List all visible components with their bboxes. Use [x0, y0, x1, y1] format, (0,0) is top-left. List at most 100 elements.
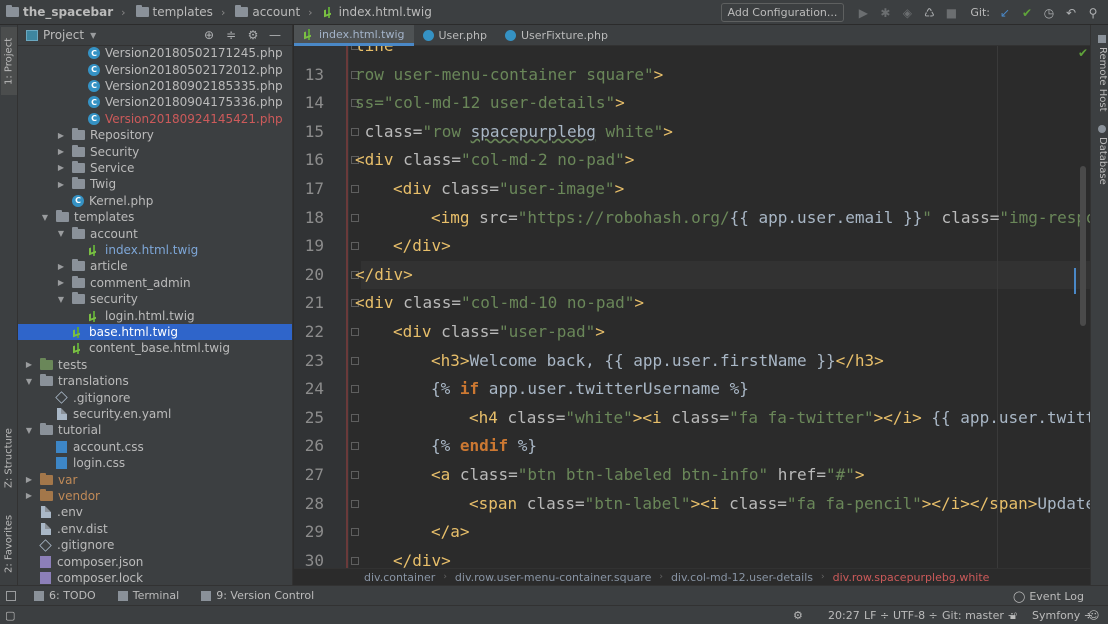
- expand-arrow-icon[interactable]: ▶: [56, 147, 66, 156]
- git-history-icon[interactable]: ◷: [1038, 0, 1060, 25]
- lock-icon[interactable]: 🔓︎: [1010, 609, 1017, 623]
- tree-item[interactable]: composer.lock: [18, 570, 292, 585]
- fold-marker-icon[interactable]: [351, 499, 359, 508]
- panel-toggle-icon[interactable]: ▢: [5, 609, 15, 622]
- breadcrumb-item[interactable]: div.row.user-menu-container.square: [455, 571, 651, 584]
- tree-item[interactable]: ▶ article: [18, 258, 292, 274]
- project-view-selector[interactable]: Project ▼: [18, 28, 198, 42]
- editor-scrollbar[interactable]: [1080, 166, 1086, 326]
- collapse-all-icon[interactable]: ≑: [220, 25, 242, 46]
- expand-arrow-icon[interactable]: ▶: [56, 180, 66, 189]
- nav-project[interactable]: the_spacebar: [0, 0, 115, 25]
- breadcrumb-item[interactable]: div.col-md-12.user-details: [671, 571, 813, 584]
- expand-arrow-icon[interactable]: ▶: [56, 278, 66, 287]
- tree-item[interactable]: base.html.twig: [18, 323, 292, 341]
- tree-item[interactable]: index.html.twig: [18, 242, 292, 258]
- add-configuration-button[interactable]: Add Configuration...: [720, 3, 845, 22]
- tree-item[interactable]: login.css: [18, 455, 292, 471]
- collapse-arrow-icon[interactable]: ▼: [56, 229, 66, 238]
- nav-crumb-templates[interactable]: templates: [130, 0, 215, 25]
- tree-item[interactable]: login.html.twig: [18, 307, 292, 323]
- tree-item[interactable]: ▼ translations: [18, 373, 292, 389]
- tree-item[interactable]: ▶ Twig: [18, 176, 292, 192]
- tree-item[interactable]: C Version20180502171245.php: [18, 45, 292, 61]
- fold-marker-icon[interactable]: [351, 556, 359, 565]
- coverage-icon[interactable]: ◈: [896, 0, 918, 25]
- tree-item[interactable]: C Version20180924145421.php: [18, 111, 292, 127]
- tree-item[interactable]: .gitignore: [18, 389, 292, 405]
- git-branch-selector[interactable]: Git: master ÷: [942, 609, 1017, 622]
- expand-arrow-icon[interactable]: ▶: [56, 131, 66, 140]
- git-commit-icon[interactable]: ✔: [1016, 0, 1038, 25]
- locate-icon[interactable]: ⊕: [198, 25, 220, 46]
- fold-marker-icon[interactable]: [351, 356, 359, 365]
- fold-marker-icon[interactable]: [351, 442, 359, 451]
- fold-marker-icon[interactable]: [351, 528, 359, 537]
- line-number-gutter[interactable]: 13 14 15 16 17 18 19 20 21 22 23 24 25 26 27 28 29 30: [294, 46, 349, 568]
- tree-item[interactable]: ▶ vendor: [18, 488, 292, 504]
- line-separator-selector[interactable]: LF ÷: [864, 609, 889, 622]
- tree-item[interactable]: C Kernel.php: [18, 193, 292, 209]
- nav-file[interactable]: index.html.twig: [317, 0, 434, 25]
- tab-structure-tool[interactable]: Z: Structure: [1, 423, 17, 493]
- tree-item[interactable]: security.en.yaml: [18, 406, 292, 422]
- lightbulb-icon[interactable]: ⚙: [793, 609, 803, 622]
- tree-item[interactable]: ▶ Security: [18, 143, 292, 159]
- toggle-tool-windows-icon[interactable]: [6, 590, 16, 601]
- fold-marker-icon[interactable]: [351, 413, 359, 422]
- search-icon[interactable]: ⚲: [1082, 0, 1104, 25]
- hide-panel-icon[interactable]: —: [264, 25, 286, 46]
- fold-marker-icon[interactable]: [351, 385, 359, 394]
- inspection-ok-icon[interactable]: ✔: [1078, 46, 1088, 60]
- collapse-arrow-icon[interactable]: ▼: [24, 426, 34, 435]
- gear-icon[interactable]: ⚙: [242, 25, 264, 46]
- tree-item[interactable]: ▶ comment_admin: [18, 275, 292, 291]
- tree-item[interactable]: ▼ account: [18, 225, 292, 241]
- tree-item[interactable]: ▶ tests: [18, 357, 292, 373]
- collapse-arrow-icon[interactable]: ▼: [24, 377, 34, 386]
- fold-marker-icon[interactable]: [351, 242, 359, 251]
- code-editor[interactable]: 13 14 15 16 17 18 19 20 21 22 23 24 25 26 27 28 29 30 lin…: [294, 46, 1090, 568]
- tab-favorites-tool[interactable]: 2: Favorites: [1, 508, 17, 580]
- tree-item[interactable]: ▶ Repository: [18, 127, 292, 143]
- tree-item[interactable]: composer.json: [18, 553, 292, 569]
- tree-item[interactable]: ▼ templates: [18, 209, 292, 225]
- tab-userfixture-php[interactable]: UserFixture.php: [496, 25, 617, 46]
- terminal-tool-button[interactable]: Terminal: [117, 589, 179, 602]
- tree-item[interactable]: .gitignore: [18, 537, 292, 553]
- stop-icon[interactable]: ■: [940, 0, 962, 25]
- tab-remote-host[interactable]: Remote Host: [1092, 35, 1108, 112]
- expand-arrow-icon[interactable]: ▶: [24, 360, 34, 369]
- collapse-arrow-icon[interactable]: ▼: [56, 295, 66, 304]
- expand-arrow-icon[interactable]: ▶: [24, 491, 34, 500]
- tree-item[interactable]: ▶ var: [18, 471, 292, 487]
- debug-icon[interactable]: ✱: [874, 0, 896, 25]
- tree-item[interactable]: content_base.html.twig: [18, 340, 292, 356]
- tree-item[interactable]: account.css: [18, 439, 292, 455]
- expand-arrow-icon[interactable]: ▶: [56, 262, 66, 271]
- event-log-button[interactable]: ◯ Event Log: [1013, 586, 1084, 606]
- tree-item[interactable]: C Version20180904175336.php: [18, 94, 292, 110]
- fold-marker-icon[interactable]: [351, 328, 359, 336]
- tab-project-tool[interactable]: 1: Project: [1, 27, 17, 95]
- tree-item[interactable]: ▶ Service: [18, 160, 292, 176]
- nav-crumb-account[interactable]: account: [229, 0, 302, 25]
- breadcrumb-item[interactable]: div.row.spacepurplebg.white: [833, 571, 990, 584]
- expand-arrow-icon[interactable]: ▶: [56, 163, 66, 172]
- inspector-icon[interactable]: ☺: [1088, 609, 1099, 622]
- tab-database[interactable]: Database: [1092, 125, 1108, 185]
- todo-tool-button[interactable]: 6: TODO: [34, 589, 96, 602]
- tree-item[interactable]: .env.dist: [18, 521, 292, 537]
- version-control-tool-button[interactable]: 9: Version Control: [201, 589, 314, 602]
- expand-arrow-icon[interactable]: ▶: [24, 475, 34, 484]
- tab-index-html-twig[interactable]: index.html.twig: [294, 25, 414, 46]
- tree-item[interactable]: C Version20180502172012.php: [18, 61, 292, 77]
- encoding-selector[interactable]: UTF-8 ÷: [893, 609, 938, 622]
- profiler-icon[interactable]: ♺: [918, 0, 940, 25]
- run-icon[interactable]: ▶: [852, 0, 874, 25]
- tree-item[interactable]: ▼ security: [18, 291, 292, 307]
- fold-marker-icon[interactable]: [351, 213, 359, 222]
- tree-item[interactable]: ▼ tutorial: [18, 422, 292, 438]
- caret-position[interactable]: 20:27: [828, 609, 860, 622]
- tab-user-php[interactable]: User.php: [414, 25, 497, 46]
